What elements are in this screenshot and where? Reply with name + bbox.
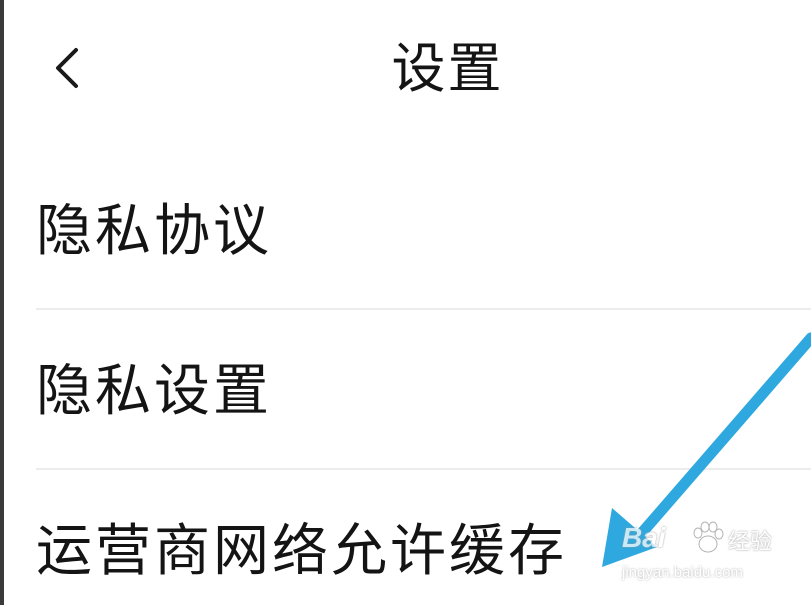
paw-icon [693, 521, 724, 553]
settings-item-label: 隐私设置 [36, 359, 272, 424]
settings-item-privacy-agreement[interactable]: 隐私协议 [0, 150, 811, 310]
watermark-url: jingyan.baidu.com [622, 564, 743, 581]
watermark-jingyan: 经验 [728, 530, 773, 555]
watermark: Bai 经验 jingyan.baidu.com [622, 518, 782, 590]
settings-item-privacy-settings[interactable]: 隐私设置 [0, 310, 811, 470]
settings-item-label: 运营商网络允许缓存 [36, 519, 567, 584]
header: 设置 [0, 0, 811, 140]
watermark-logo: Bai [622, 522, 666, 553]
settings-item-label: 隐私协议 [36, 199, 272, 264]
page-title: 设置 [391, 37, 504, 100]
